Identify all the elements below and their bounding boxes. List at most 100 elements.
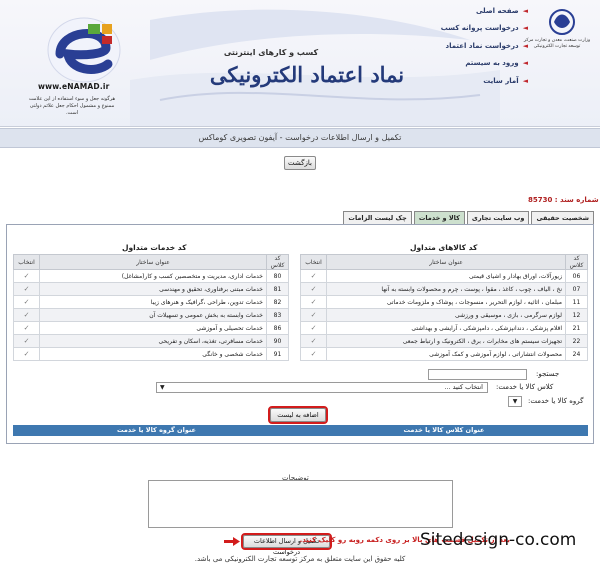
table-row[interactable]: 81 خدمات مبتنی برفناوری، تحقیق و مهندسی ✓	[13, 282, 289, 296]
class-code: 90	[266, 334, 289, 348]
arrow-left-icon: ◄	[522, 76, 528, 85]
column-header: انتخاب	[300, 254, 327, 270]
arrow-left-icon: ◄	[522, 6, 528, 15]
class-code: 81	[266, 282, 289, 296]
table-row[interactable]: 24 محصولات انتشاراتی ، لوازم آموزشی و کمک…	[300, 347, 588, 361]
class-title: خدمات شخصی و خانگی	[39, 347, 267, 361]
class-select-label: کلاس کالا یا خدمت:	[496, 383, 554, 391]
request-number-value: 85730	[528, 196, 553, 204]
header-subtitle: کسب و کارهای اینترنتی	[223, 48, 319, 57]
tab-commercial-website[interactable]: وب سایت تجاری	[466, 211, 530, 225]
menu-item-business-license[interactable]: ◄ درخواست پروانه کسب	[398, 20, 528, 38]
column-header-group: عنوان گروه کالا یا خدمت	[12, 425, 300, 436]
check-icon[interactable]: ✓	[300, 334, 327, 348]
column-header-class: عنوان کلاس کالا یا خدمت	[403, 426, 485, 434]
class-title: خدمات تدوین، طراحی ،گرافیک و هنرهای زیبا	[39, 295, 267, 309]
menu-item-home[interactable]: ◄ صفحه اصلی	[398, 2, 528, 20]
search-input[interactable]	[428, 369, 527, 380]
column-header: کد کلاس	[266, 254, 289, 270]
request-number: شماره سند : 85730	[528, 196, 599, 204]
class-title: لوازم سرگرمی ، بازی ، موسیقی و ورزشی	[326, 308, 566, 322]
menu-item-stats[interactable]: ◄ آمار سایت	[398, 72, 528, 90]
search-label: جستجو:	[536, 370, 560, 378]
check-icon[interactable]: ✓	[300, 269, 327, 283]
table-row[interactable]: 11 مبلمان ، اثاثیه ، لوازم التحریر ، منسو…	[300, 295, 588, 309]
table-row[interactable]: 21 اقلام پزشکی ، دندانپزشکی ، دامپزشکی ، …	[300, 321, 588, 335]
class-code: 22	[565, 334, 588, 348]
check-icon[interactable]: ✓	[300, 295, 327, 309]
check-icon[interactable]: ✓	[13, 269, 40, 283]
menu-item-trust-request[interactable]: ◄ درخواست نماد اعتماد	[398, 37, 528, 55]
class-code: 86	[266, 321, 289, 335]
tab-goods-services[interactable]: کالا و خدمات	[413, 211, 465, 225]
check-icon[interactable]: ✓	[300, 308, 327, 322]
header-menu: ◄ صفحه اصلی ◄ درخواست پروانه کسب ◄ درخواست …	[398, 2, 528, 90]
footer-copyright: کلیه حقوق این سایت متعلق به مرکز توسعه ت…	[194, 555, 406, 563]
table-row[interactable]: 07 نخ ، الیاف ، چوب ، کاغذ ، مقوا ، پوست …	[300, 282, 588, 296]
check-icon[interactable]: ✓	[13, 334, 40, 348]
column-header: عنوان ساختار	[326, 254, 566, 270]
table-row[interactable]: 91 خدمات شخصی و خانگی ✓	[13, 347, 289, 361]
table-header-row: کد کلاس عنوان ساختار انتخاب	[13, 254, 289, 270]
table-row[interactable]: 80 خدمات اداری، مدیریت و متخصصین کسب و کا…	[13, 269, 289, 283]
ministry-name: وزارت صنعت، معدن و تجارت مرکز توسعه تجار…	[523, 38, 591, 49]
description-textarea[interactable]	[148, 480, 453, 528]
table-row[interactable]: 90 خدمات مسافرتی، تغذیه، اسکان و تفریحی ✓	[13, 334, 289, 348]
table-row[interactable]: 12 لوازم سرگرمی ، بازی ، موسیقی و ورزشی ✓	[300, 308, 588, 322]
services-section-title: کد خدمات متداول	[122, 243, 187, 252]
brand-url: www.eNAMAD.ir	[38, 82, 110, 91]
watermark: Sitedesign-co.com	[420, 530, 577, 550]
tab-natural-person[interactable]: شخصیت حقیقی	[531, 211, 594, 225]
group-select[interactable]: ▼	[508, 396, 522, 407]
header-title: نماد اعتماد الکترونیکی	[209, 62, 405, 87]
class-code: 21	[565, 321, 588, 335]
check-icon[interactable]: ✓	[13, 295, 40, 309]
menu-item-login[interactable]: ◄ ورود به سیستم	[398, 55, 528, 73]
check-icon[interactable]: ✓	[13, 321, 40, 335]
class-title: مبلمان ، اثاثیه ، لوازم التحریر ، منسوجا…	[326, 295, 566, 309]
goods-table: کد کلاس عنوان ساختار انتخاب 06 زیورآلات، …	[300, 254, 588, 361]
class-title: خدمات مبتنی برفناوری، تحقیق و مهندسی	[39, 282, 267, 296]
table-row[interactable]: 22 تجهیزات سیستم های مخابرات ، برق ، الکت…	[300, 334, 588, 348]
menu-item-label: درخواست پروانه کسب	[440, 24, 519, 33]
services-table: کد کلاس عنوان ساختار انتخاب 80 خدمات ادار…	[13, 254, 289, 361]
tab-requirements-checklist[interactable]: چک لیست الزامات	[343, 211, 412, 225]
class-title: اقلام پزشکی ، دندانپزشکی ، دامپزشکی ، آر…	[326, 321, 566, 335]
table-row[interactable]: 06 زیورآلات، اوراق بهادار و اشیای قیمتی ✓	[300, 269, 588, 283]
goods-section-title: کد کالاهای متداول	[410, 243, 478, 252]
class-code: 12	[565, 308, 588, 322]
table-row[interactable]: 82 خدمات تدوین، طراحی ،گرافیک و هنرهای زی…	[13, 295, 289, 309]
class-code: 06	[565, 269, 588, 283]
class-title: خدمات وابسته به بخش عمومی و تسهیلات آن	[39, 308, 267, 322]
arrow-left-icon: ◄	[522, 24, 528, 33]
class-title: محصولات انتشاراتی ، لوازم آموزشی و کمک آ…	[326, 347, 566, 361]
class-code: 07	[565, 282, 588, 296]
selected-items-header: عنوان گروه کالا یا خدمت عنوان کلاس کالا …	[12, 425, 588, 436]
class-title: خدمات تحصیلی و آموزشی	[39, 321, 267, 335]
chevron-down-icon: ▼	[512, 398, 518, 405]
site-header: www.eNAMAD.ir هرگونه جعل و سوء استفاده ا…	[0, 0, 600, 127]
ministry-emblem-icon	[549, 9, 575, 35]
check-icon[interactable]: ✓	[300, 347, 327, 361]
check-icon[interactable]: ✓	[13, 282, 40, 296]
menu-item-label: صفحه اصلی	[475, 6, 519, 15]
class-code: 24	[565, 347, 588, 361]
page-heading: تکمیل و ارسال اطلاعات درخواست - آیفون تص…	[198, 133, 402, 142]
class-code: 80	[266, 269, 289, 283]
check-icon[interactable]: ✓	[13, 347, 40, 361]
check-icon[interactable]: ✓	[13, 308, 40, 322]
check-icon[interactable]: ✓	[300, 282, 327, 296]
table-row[interactable]: 83 خدمات وابسته به بخش عمومی و تسهیلات آن…	[13, 308, 289, 322]
check-icon[interactable]: ✓	[300, 321, 327, 335]
add-to-list-button[interactable]: اضافه به لیست	[268, 406, 328, 424]
menu-item-label: ورود به سیستم	[465, 59, 519, 68]
table-header-row: کد کلاس عنوان ساختار انتخاب	[300, 254, 588, 270]
arrow-left-icon: ◄	[522, 59, 528, 68]
table-row[interactable]: 86 خدمات تحصیلی و آموزشی ✓	[13, 321, 289, 335]
class-select[interactable]: انتخاب کنید ... ▼	[156, 382, 488, 393]
class-title: زیورآلات، اوراق بهادار و اشیای قیمتی	[326, 269, 566, 283]
class-code: 83	[266, 308, 289, 322]
back-button[interactable]: بازگشت	[284, 156, 316, 170]
class-select-value: انتخاب کنید ...	[444, 383, 483, 391]
enamad-logo	[47, 17, 121, 83]
